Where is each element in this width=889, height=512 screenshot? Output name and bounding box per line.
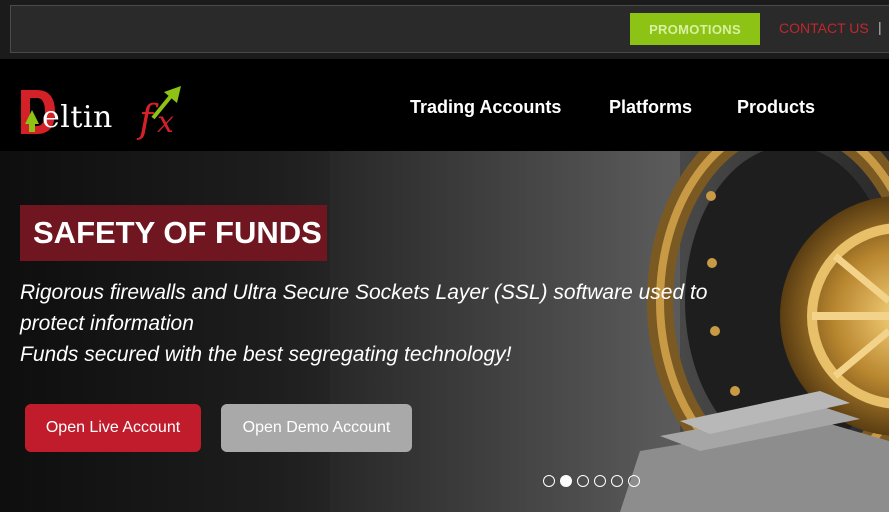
contact-us-link[interactable]: CONTACT US [779,20,869,36]
logo-wordmark: eltin [42,100,113,135]
hero-text-line-3: Funds secured with the best segregating … [20,343,512,366]
carousel-dot[interactable] [560,475,572,487]
carousel-dot[interactable] [628,475,640,487]
carousel-dot[interactable] [594,475,606,487]
topbar-separator: | [878,19,882,35]
nav-products[interactable]: Products [737,97,815,118]
hero-text-line-1: Rigorous firewalls and Ultra Secure Sock… [20,281,708,304]
svg-text:f: f [136,97,159,140]
promotions-button[interactable]: PROMOTIONS [630,13,760,45]
carousel-dots [543,475,640,487]
hero-title: SAFETY OF FUNDS [33,215,322,250]
nav-trading-accounts[interactable]: Trading Accounts [410,97,561,118]
hero-text-line-2: protect information [20,312,194,335]
carousel-dot[interactable] [577,475,589,487]
nav-platforms[interactable]: Platforms [609,97,692,118]
carousel-dot[interactable] [611,475,623,487]
carousel-dot[interactable] [543,475,555,487]
open-live-account-button[interactable]: Open Live Account [25,404,201,452]
open-demo-account-button[interactable]: Open Demo Account [221,404,412,452]
